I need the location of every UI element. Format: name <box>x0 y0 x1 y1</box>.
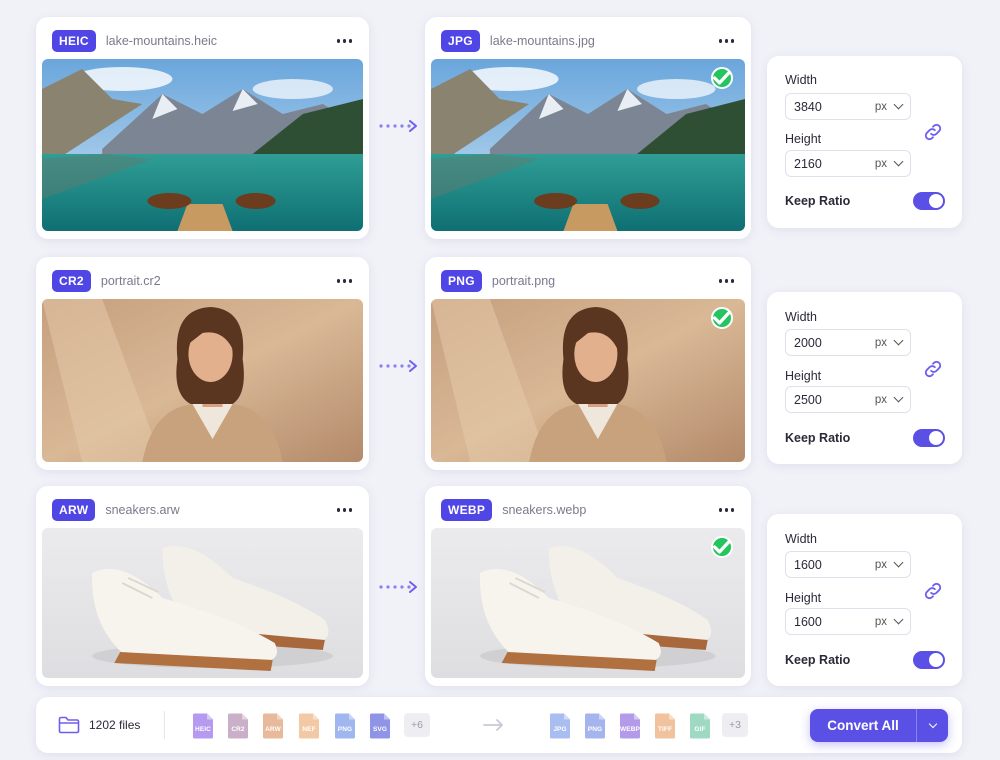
target-format-badge: PNG <box>441 270 482 292</box>
source-card-2[interactable]: CR2 portrait.cr2 <box>36 257 369 470</box>
chevron-down-icon[interactable] <box>893 156 904 167</box>
unit-select[interactable]: px <box>875 158 887 170</box>
more-output-formats[interactable]: +3 <box>722 713 748 737</box>
file-icon-nef: NEF <box>297 713 321 739</box>
height-label: Height <box>785 132 822 146</box>
more-icon[interactable] <box>334 33 356 49</box>
source-image-portrait <box>42 299 363 462</box>
convert-all-button[interactable]: Convert All <box>810 709 948 742</box>
source-format-badge: HEIC <box>52 30 96 52</box>
dimensions-panel-1: Width 3840 px Height 2160 px Keep Ratio <box>767 56 962 228</box>
check-icon <box>711 67 733 89</box>
width-input[interactable]: 1600 px <box>785 551 911 578</box>
folder-icon <box>58 716 80 734</box>
arrow-right-icon <box>379 360 417 372</box>
file-icon-heic: HEIC <box>191 713 215 739</box>
target-filename: lake-mountains.jpg <box>489 34 595 48</box>
target-card-2[interactable]: PNG portrait.png <box>425 257 751 470</box>
source-image-lake <box>42 59 363 231</box>
source-filename: sneakers.arw <box>105 503 180 517</box>
more-icon[interactable] <box>334 502 356 518</box>
dimensions-panel-2: Width 2000 px Height 2500 px Keep Ratio <box>767 292 962 464</box>
source-format-badge: ARW <box>52 499 96 521</box>
file-icon-svg: SVG <box>368 713 392 739</box>
keep-ratio-label: Keep Ratio <box>785 194 851 208</box>
link-icon[interactable] <box>922 358 944 380</box>
target-filename: sneakers.webp <box>502 503 587 517</box>
convert-options-dropdown[interactable] <box>917 719 948 729</box>
source-format-badge: CR2 <box>52 270 91 292</box>
dimensions-panel-3: Width 1600 px Height 1600 px Keep Ratio <box>767 514 962 686</box>
chevron-down-icon[interactable] <box>893 614 904 625</box>
more-icon[interactable] <box>716 273 738 289</box>
unit-select[interactable]: px <box>875 616 887 628</box>
source-card-3[interactable]: ARW sneakers.arw <box>36 486 369 686</box>
unit-select[interactable]: px <box>875 559 887 571</box>
file-icon-gif: GIF <box>688 713 712 739</box>
height-input[interactable]: 2500 px <box>785 386 911 413</box>
more-icon[interactable] <box>716 502 738 518</box>
file-icon-jpg: JPG <box>548 713 572 739</box>
keep-ratio-toggle[interactable] <box>913 192 945 210</box>
link-icon[interactable] <box>922 121 944 143</box>
source-filename: lake-mountains.heic <box>105 34 218 48</box>
arrow-right-icon <box>379 120 417 132</box>
arrow-right-icon <box>483 719 503 731</box>
chevron-down-icon[interactable] <box>893 392 904 403</box>
target-image-portrait <box>431 299 745 462</box>
height-input[interactable]: 2160 px <box>785 150 911 177</box>
check-icon <box>711 536 733 558</box>
chevron-down-icon[interactable] <box>893 99 904 110</box>
link-icon[interactable] <box>922 580 944 602</box>
width-label: Width <box>785 73 817 87</box>
keep-ratio-toggle[interactable] <box>913 429 945 447</box>
target-card-1[interactable]: JPG lake-mountains.jpg <box>425 17 751 239</box>
chevron-down-icon <box>928 719 937 729</box>
unit-select[interactable]: px <box>875 101 887 113</box>
keep-ratio-toggle[interactable] <box>913 651 945 669</box>
height-input[interactable]: 1600 px <box>785 608 911 635</box>
target-filename: portrait.png <box>491 274 556 288</box>
width-input[interactable]: 2000 px <box>785 329 911 356</box>
target-format-badge: WEBP <box>441 499 493 521</box>
file-icon-cr2: CR2 <box>226 713 250 739</box>
target-image-sneakers <box>431 528 745 678</box>
target-image-lake <box>431 59 745 231</box>
keep-ratio-label: Keep Ratio <box>785 653 851 667</box>
more-icon[interactable] <box>716 33 738 49</box>
bottom-toolbar: 1202 files HEIC CR2 ARW NEF PNG SVG +6 J… <box>36 697 962 753</box>
source-filename: portrait.cr2 <box>100 274 161 288</box>
chevron-down-icon[interactable] <box>893 557 904 568</box>
source-image-sneakers <box>42 528 363 678</box>
height-label: Height <box>785 369 822 383</box>
unit-select[interactable]: px <box>875 337 887 349</box>
divider <box>164 711 165 739</box>
keep-ratio-label: Keep Ratio <box>785 431 851 445</box>
source-card-1[interactable]: HEIC lake-mountains.heic <box>36 17 369 239</box>
target-format-badge: JPG <box>441 30 480 52</box>
width-label: Width <box>785 310 817 324</box>
file-icon-arw: ARW <box>261 713 285 739</box>
file-icon-png: PNG <box>333 713 357 739</box>
more-icon[interactable] <box>334 273 356 289</box>
unit-select[interactable]: px <box>875 394 887 406</box>
more-input-formats[interactable]: +6 <box>404 713 430 737</box>
file-count[interactable]: 1202 files <box>58 716 140 734</box>
file-count-label: 1202 files <box>89 718 141 732</box>
target-card-3[interactable]: WEBP sneakers.webp <box>425 486 751 686</box>
width-label: Width <box>785 532 817 546</box>
chevron-down-icon[interactable] <box>893 335 904 346</box>
height-label: Height <box>785 591 822 605</box>
file-icon-tiff: TIFF <box>653 713 677 739</box>
arrow-right-icon <box>379 581 417 593</box>
width-input[interactable]: 3840 px <box>785 93 911 120</box>
check-icon <box>711 307 733 329</box>
convert-all-label: Convert All <box>827 718 899 733</box>
file-icon-webp: WEBP <box>618 713 642 739</box>
file-icon-png: PNG <box>583 713 607 739</box>
